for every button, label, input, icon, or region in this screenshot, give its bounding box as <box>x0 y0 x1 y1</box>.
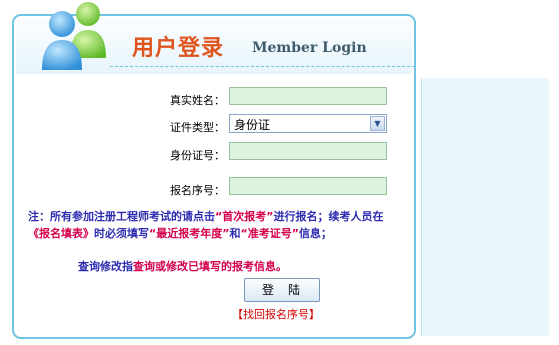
notice-part: 信息； <box>298 227 332 240</box>
id-type-label: 证件类型： <box>170 121 225 134</box>
id-number-label: 身份证号： <box>170 149 225 162</box>
retrieve-reg-no-link[interactable]: 【找回报名序号】 <box>232 306 320 322</box>
login-button[interactable]: 登陆 <box>244 278 320 302</box>
query-notice: 查询修改指查询或修改已填写的报考信息。 <box>78 258 287 274</box>
notice-part: 注：所有参加注册工程师考试的请点击 <box>28 210 215 223</box>
side-panel-background <box>421 78 549 336</box>
page-title: 用户登录 <box>132 35 225 61</box>
notice-part: 进行报名；续考人员在 <box>273 210 384 223</box>
recent-year-text: “最近报考年度” <box>149 227 230 240</box>
name-label: 真实姓名： <box>170 94 225 107</box>
notice-part: 和 <box>229 227 241 240</box>
name-field[interactable] <box>229 87 387 105</box>
notice-part: 时必须填写 <box>94 227 149 240</box>
id-type-selected: 身份证 <box>234 118 271 132</box>
form-link[interactable]: 《报名填表》 <box>28 227 94 240</box>
query-link[interactable]: 查询或修改已填写的报考信息。 <box>133 260 287 273</box>
query-prefix: 查询修改指 <box>78 260 133 273</box>
header-divider <box>110 66 415 67</box>
reg-no-label: 报名序号： <box>170 184 225 197</box>
notice-text: 注：所有参加注册工程师考试的请点击“首次报考”进行报名；续考人员在 《报名填表》… <box>28 208 458 242</box>
id-type-select[interactable]: 身份证 ▼ <box>229 114 387 133</box>
chevron-down-icon[interactable]: ▼ <box>370 116 385 131</box>
first-apply-link[interactable]: “首次报考” <box>215 210 273 223</box>
admission-no-text: “准考证号” <box>240 227 299 240</box>
id-number-field[interactable] <box>229 142 387 160</box>
reg-no-field[interactable] <box>229 177 387 195</box>
users-icon <box>42 2 106 70</box>
page-subtitle: Member Login <box>252 40 367 56</box>
